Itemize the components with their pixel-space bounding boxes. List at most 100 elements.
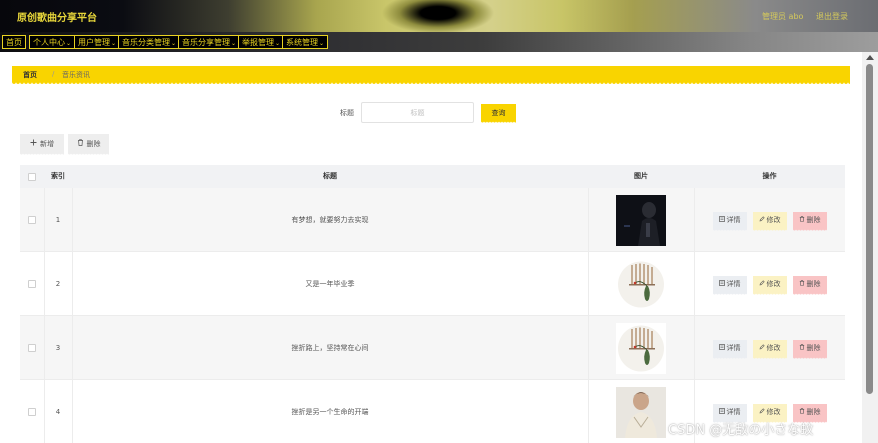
row-checkbox[interactable] (28, 344, 36, 352)
row-image-cell (588, 188, 694, 252)
row-select-cell (20, 188, 44, 252)
row-index: 3 (55, 344, 61, 352)
row-title: 有梦想，就要努力去实现 (291, 216, 369, 224)
trash-icon (799, 280, 805, 288)
page-scrollbar[interactable] (862, 52, 878, 443)
row-index: 1 (55, 216, 61, 224)
nav-item-label: 用户管理 (78, 38, 110, 47)
chevron-down-icon: ⌄ (275, 40, 281, 47)
row-checkbox[interactable] (28, 216, 36, 224)
edit-label: 修改 (766, 344, 781, 352)
delete-button[interactable]: 删除 (792, 339, 827, 359)
table-row: 2 又是一年毕业季 详情 修改 删除 (20, 252, 845, 316)
vase-and-blinds-photo (616, 258, 666, 310)
nav-item-label: 举报管理 (242, 38, 274, 47)
row-actions: 详情 修改 删除 (694, 188, 845, 252)
dark-portrait-photo (616, 194, 666, 246)
nav-item-music-share[interactable]: 音乐分享管理⌄ (178, 35, 241, 49)
pencil-icon (759, 344, 765, 352)
detail-button[interactable]: 详情 (712, 211, 747, 231)
row-checkbox[interactable] (28, 408, 36, 416)
search-input[interactable] (361, 102, 474, 123)
trash-icon (799, 344, 805, 352)
main-nav: 首页 个人中心⌄ 用户管理⌄ 音乐分类管理⌄ 音乐分享管理⌄ 举报管理⌄ 系统管… (0, 32, 878, 52)
row-image-cell (588, 316, 694, 380)
plus-icon (30, 139, 37, 148)
pencil-icon (759, 216, 765, 224)
edit-button[interactable]: 修改 (752, 403, 787, 423)
delete-button[interactable]: 删除 (792, 211, 827, 231)
row-index: 2 (55, 280, 61, 288)
select-all-checkbox[interactable] (28, 172, 36, 181)
search-button[interactable]: 查询 (481, 104, 516, 123)
nav-item-home[interactable]: 首页 (2, 35, 26, 49)
nav-item-music-category[interactable]: 音乐分类管理⌄ (118, 35, 181, 49)
batch-delete-button[interactable]: 删除 (68, 134, 109, 155)
detail-button[interactable]: 详情 (712, 275, 747, 295)
delete-label: 删除 (806, 216, 821, 224)
top-header: 原创歌曲分享平台 管理员 abo 退出登录 (0, 0, 878, 32)
column-header-title: 标题 (323, 172, 337, 180)
chevron-down-icon: ⌄ (66, 40, 72, 47)
detail-button[interactable]: 详情 (712, 403, 747, 423)
main-content: 首页 / 音乐资讯 标题 查询 新增 删除 索引 标题 (0, 52, 862, 443)
table-row: 1 有梦想，就要努力去实现 详情 修改 删除 (20, 188, 845, 252)
delete-button-label: 删除 (86, 139, 101, 148)
nav-item-user-management[interactable]: 用户管理⌄ (74, 35, 121, 49)
row-select-cell (20, 252, 44, 316)
add-button[interactable]: 新增 (20, 134, 64, 155)
trash-icon (799, 216, 805, 224)
nav-item-report[interactable]: 举报管理⌄ (238, 35, 285, 49)
scroll-up-arrow-icon[interactable] (866, 55, 874, 60)
detail-label: 详情 (726, 344, 741, 352)
chevron-down-icon: ⌄ (171, 40, 177, 47)
table-header: 索引 标题 图片 操作 (20, 165, 845, 188)
scrollbar-thumb[interactable] (866, 64, 873, 394)
search-label: 标题 (340, 109, 354, 117)
csdn-watermark: CSDN @无敌の小さな蚊 (668, 423, 814, 438)
edit-label: 修改 (766, 280, 781, 288)
delete-label: 删除 (806, 280, 821, 288)
app-title: 原创歌曲分享平台 (17, 13, 97, 24)
document-icon (718, 280, 725, 288)
breadcrumb-current: 音乐资讯 (62, 71, 90, 79)
nav-item-label: 首页 (6, 38, 22, 47)
row-actions: 详情 修改 删除 (694, 316, 845, 380)
delete-label: 删除 (806, 408, 821, 416)
chevron-down-icon: ⌄ (319, 40, 325, 47)
breadcrumb-home[interactable]: 首页 (23, 70, 37, 80)
edit-button[interactable]: 修改 (752, 275, 787, 295)
logout-link[interactable]: 退出登录 (816, 11, 848, 22)
nav-item-personal-center[interactable]: 个人中心⌄ (29, 35, 76, 49)
nav-item-label: 个人中心 (33, 38, 65, 47)
breadcrumb: 首页 / 音乐资讯 (12, 66, 850, 85)
detail-label: 详情 (726, 216, 741, 224)
document-icon (718, 344, 725, 352)
document-icon (718, 408, 725, 416)
detail-button[interactable]: 详情 (712, 339, 747, 359)
row-title: 挫折路上，坚持常在心间 (291, 344, 369, 352)
delete-button[interactable]: 删除 (792, 275, 827, 295)
row-checkbox[interactable] (28, 280, 36, 288)
row-actions: 详情 修改 删除 (694, 252, 845, 316)
delete-label: 删除 (806, 344, 821, 352)
row-title: 挫折是另一个生命的开端 (291, 408, 369, 416)
vase-and-blinds-photo (616, 322, 666, 374)
delete-button[interactable]: 删除 (792, 403, 827, 423)
column-header-image: 图片 (634, 172, 648, 180)
detail-label: 详情 (726, 280, 741, 288)
nav-item-label: 音乐分类管理 (122, 38, 170, 47)
edit-button[interactable]: 修改 (752, 211, 787, 231)
chevron-down-icon: ⌄ (231, 40, 237, 47)
admin-user-label: 管理员 abo (762, 12, 804, 21)
select-all-cell (20, 165, 44, 188)
trash-icon (799, 408, 805, 416)
table-row: 3 挫折路上，坚持常在心间 详情 修改 删除 (20, 316, 845, 380)
pencil-icon (759, 408, 765, 416)
edit-label: 修改 (766, 216, 781, 224)
add-button-label: 新增 (40, 139, 54, 148)
breadcrumb-separator: / (52, 70, 55, 78)
nav-item-system[interactable]: 系统管理⌄ (282, 35, 329, 49)
edit-button[interactable]: 修改 (752, 339, 787, 359)
man-portrait-photo (616, 386, 666, 438)
